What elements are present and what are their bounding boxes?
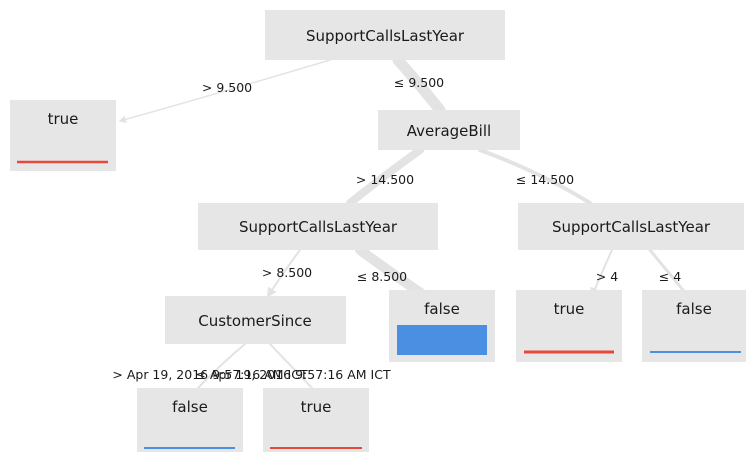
leaf-title-true-bottom: true <box>301 398 332 416</box>
node-title-customer-since: CustomerSince <box>198 312 312 330</box>
node-title-calls-left: SupportCallsLastYear <box>239 218 398 236</box>
node-title-average-bill: AverageBill <box>407 122 491 140</box>
leaf-node-true-right[interactable]: true <box>516 290 622 362</box>
leaf-title-true-top: true <box>48 110 79 128</box>
leaf-node-false-bottom[interactable]: false <box>137 388 243 452</box>
leaf-node-true-bottom[interactable]: true <box>263 388 369 452</box>
edge-label-callsL-gt: > 8.500 <box>262 265 312 280</box>
edge-label-bill-gt: > 14.500 <box>356 172 414 187</box>
decision-tree-diagram: > 9.500 ≤ 9.500 > 14.500 ≤ 14.500 > 8.50… <box>10 10 746 452</box>
edge-label-callsR-gt: > 4 <box>596 269 618 284</box>
leaf-bar-false-mid <box>397 325 487 355</box>
split-node-root[interactable]: SupportCallsLastYear <box>265 10 505 60</box>
leaf-node-false-right[interactable]: false <box>642 290 746 362</box>
leaf-title-false-bottom: false <box>172 398 208 416</box>
split-node-customer-since[interactable]: CustomerSince <box>165 296 346 344</box>
edge-label-callsR-le: ≤ 4 <box>659 269 681 284</box>
node-title-calls-right: SupportCallsLastYear <box>552 218 711 236</box>
edge-label-bill-le: ≤ 14.500 <box>516 172 574 187</box>
edge-label-root-gt: > 9.500 <box>202 80 252 95</box>
edge-label-root-le: ≤ 9.500 <box>394 75 444 90</box>
leaf-node-false-mid[interactable]: false <box>389 290 495 362</box>
edge-label-cust-le: ≤ Apr 19, 2016 9:57:16 AM ICT <box>195 367 391 382</box>
leaf-title-true-right: true <box>554 300 585 318</box>
split-node-calls-right[interactable]: SupportCallsLastYear <box>518 203 744 250</box>
node-title-root: SupportCallsLastYear <box>306 27 465 45</box>
edge-label-callsL-le: ≤ 8.500 <box>357 269 407 284</box>
leaf-title-false-mid: false <box>424 300 460 318</box>
split-node-average-bill[interactable]: AverageBill <box>378 110 520 150</box>
split-node-calls-left[interactable]: SupportCallsLastYear <box>198 203 438 250</box>
leaf-title-false-right: false <box>676 300 712 318</box>
leaf-node-true-top[interactable]: true <box>10 100 116 171</box>
